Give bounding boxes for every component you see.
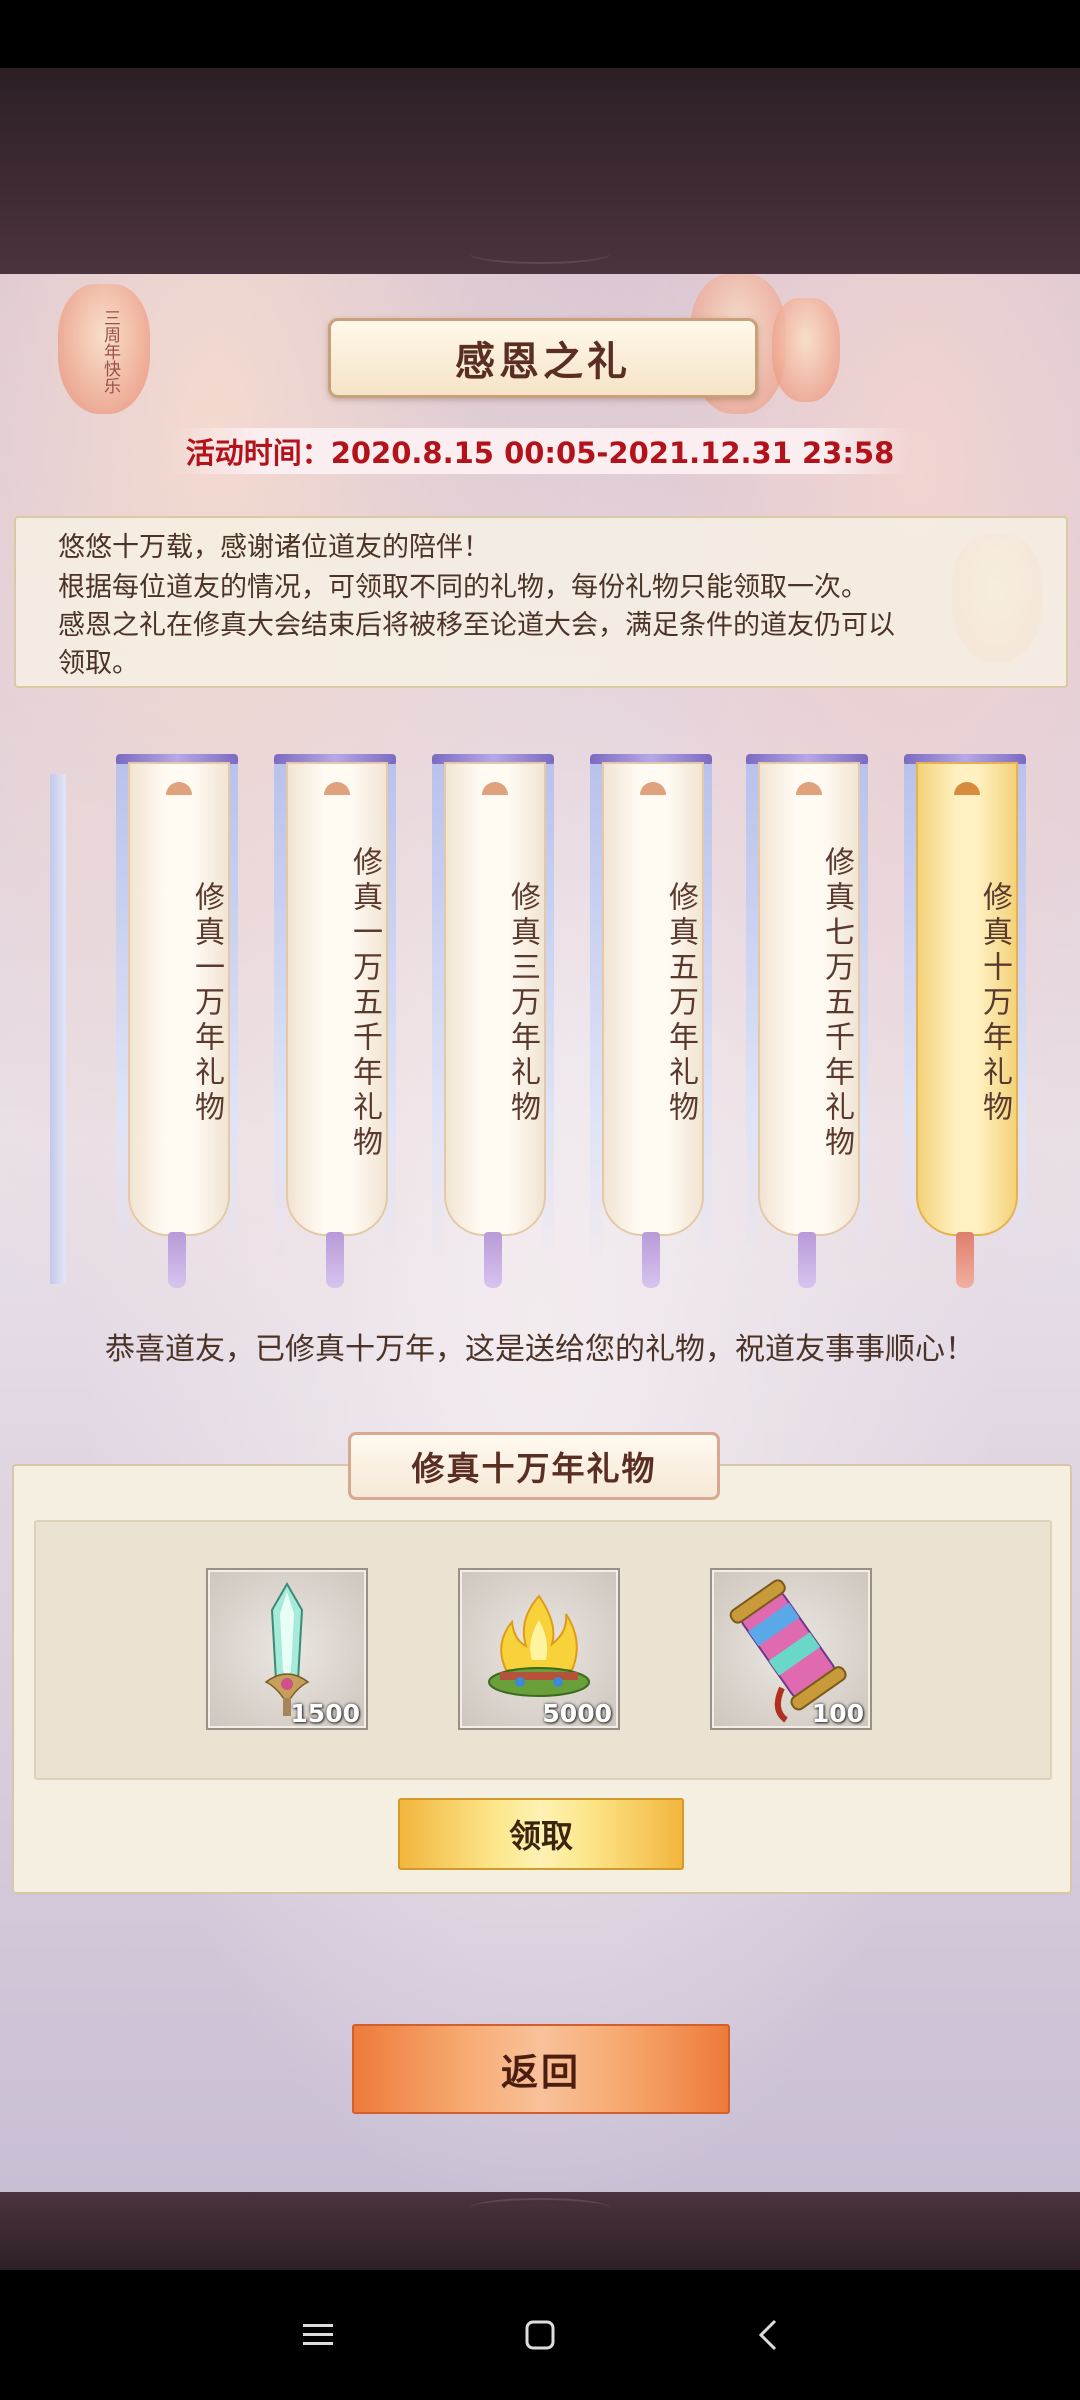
tier-banner-50k[interactable]: 修真五万年礼物 xyxy=(590,754,712,1288)
status-bar xyxy=(0,0,1080,68)
event-time-ribbon: 活动时间：2020.8.15 00:05-2021.12.31 23:58 xyxy=(170,428,910,474)
menu-icon xyxy=(303,2324,333,2345)
tier-banner-100k[interactable]: 修真十万年礼物 xyxy=(904,754,1026,1288)
tier-label: 修真五万年礼物 xyxy=(663,880,698,1126)
nav-back-button[interactable] xyxy=(708,2270,828,2400)
tier-banner-15k[interactable]: 修真一万五千年礼物 xyxy=(274,754,396,1288)
top-decor-band xyxy=(0,68,1080,274)
reward-item-slot[interactable]: 5000 xyxy=(458,1568,620,1730)
tassel-icon xyxy=(798,1232,816,1288)
description-line: 根据每位道友的情况，可领取不同的礼物，每份礼物只能领取一次。 xyxy=(58,572,868,603)
tier-label: 修真七万五千年礼物 xyxy=(819,845,854,1161)
fan-icon xyxy=(166,782,192,795)
tier-label: 修真一万五千年礼物 xyxy=(347,845,382,1161)
event-time-text: 活动时间：2020.8.15 00:05-2021.12.31 23:58 xyxy=(185,436,895,470)
lantern-icon: 三周年快乐 xyxy=(58,284,150,414)
lantern-icon xyxy=(772,298,840,402)
description-line: 领取。 xyxy=(58,648,139,679)
tassel-icon xyxy=(956,1232,974,1288)
reward-title-text: 修真十万年礼物 xyxy=(411,1449,657,1488)
tier-banner-list: 修真一万年礼物 修真一万五千年礼物 修真三万年礼物 修真五万年礼物 修真七万五千 xyxy=(0,754,1080,1314)
tassel-icon xyxy=(484,1232,502,1288)
description-line: 感恩之礼在修真大会结束后将被移至论道大会，满足条件的道友仍可以 xyxy=(58,610,895,641)
return-button[interactable]: 返回 xyxy=(352,2024,730,2114)
event-panel: 三周年快乐 感恩之礼 活动时间：2020.8.15 00:05-2021.12.… xyxy=(0,274,1080,2192)
tassel-icon xyxy=(168,1232,186,1288)
home-icon xyxy=(525,2320,555,2350)
back-icon xyxy=(758,2319,777,2351)
fan-icon xyxy=(640,782,666,795)
claim-button-label: 领取 xyxy=(508,1817,573,1855)
tier-label: 修真三万年礼物 xyxy=(505,880,540,1126)
reward-item-slot[interactable]: 100 xyxy=(710,1568,872,1730)
bottom-decor-band xyxy=(0,2192,1080,2270)
fan-icon xyxy=(482,782,508,795)
tassel-icon xyxy=(326,1232,344,1288)
tier-label: 修真十万年礼物 xyxy=(977,880,1012,1126)
banner-edge-decor xyxy=(50,774,66,1284)
fan-icon xyxy=(324,782,350,795)
description-line: 悠悠十万载，感谢诸位道友的陪伴！ xyxy=(58,532,490,563)
tier-banner-10k[interactable]: 修真一万年礼物 xyxy=(116,754,238,1288)
page-title: 感恩之礼 xyxy=(328,318,758,398)
fan-icon xyxy=(954,782,980,795)
tier-banner-30k[interactable]: 修真三万年礼物 xyxy=(432,754,554,1288)
system-nav-bar xyxy=(0,2270,1080,2400)
reward-item-slot[interactable]: 1500 xyxy=(206,1568,368,1730)
claim-button[interactable]: 领取 xyxy=(398,1798,684,1870)
item-quantity: 1500 xyxy=(290,1699,360,1728)
item-quantity: 100 xyxy=(811,1699,864,1728)
page-title-text: 感恩之礼 xyxy=(455,338,631,385)
description-box: 悠悠十万载，感谢诸位道友的陪伴！ 根据每位道友的情况，可领取不同的礼物，每份礼物… xyxy=(14,516,1068,688)
nav-menu-button[interactable] xyxy=(258,2270,378,2400)
item-quantity: 5000 xyxy=(542,1699,612,1728)
nav-home-button[interactable] xyxy=(480,2270,600,2400)
tier-label: 修真一万年礼物 xyxy=(189,880,224,1126)
tier-banner-75k[interactable]: 修真七万五千年礼物 xyxy=(746,754,868,1288)
return-button-label: 返回 xyxy=(501,2051,581,2094)
congrats-text: 恭喜道友，已修真十万年，这是送给您的礼物，祝道友事事顺心！ xyxy=(105,1332,975,1367)
tassel-icon xyxy=(642,1232,660,1288)
reward-title: 修真十万年礼物 xyxy=(348,1432,720,1500)
fan-icon xyxy=(796,782,822,795)
